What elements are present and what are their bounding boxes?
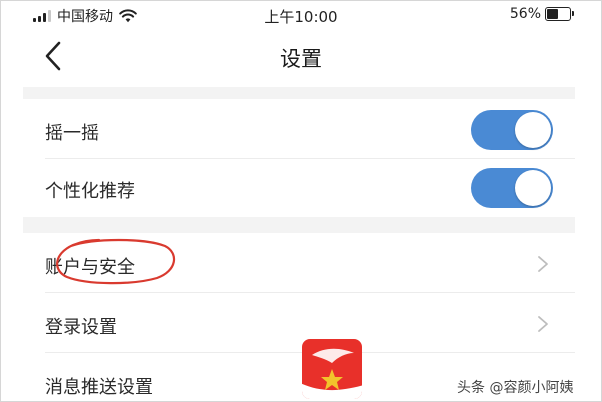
highlight-ellipse-annotation (56, 238, 175, 285)
setting-label: 消息推送设置 (45, 377, 153, 398)
setting-row-personalized-recommend[interactable]: 个性化推荐 (23, 159, 575, 217)
setting-label: 登录设置 (45, 317, 117, 338)
status-right: 56% (509, 6, 574, 22)
battery-icon (545, 7, 574, 21)
toggle-knob (515, 170, 551, 206)
toggle-knob (515, 112, 551, 148)
setting-row-shake[interactable]: 摇一摇 (23, 101, 575, 159)
chevron-right-icon (538, 256, 548, 272)
nav-bar: 设置 (1, 31, 601, 83)
row-divider (45, 292, 575, 293)
page-title: 设置 (280, 47, 322, 71)
toutiao-logo-icon (302, 339, 362, 399)
watermark-text: 头条 @容颜小阿姨 (457, 380, 574, 396)
battery-fill (547, 9, 558, 19)
battery-percent: 56% (509, 6, 541, 22)
setting-label: 个性化推荐 (45, 181, 135, 202)
shake-toggle[interactable] (471, 110, 553, 150)
phone-screen: 中国移动 上午10:00 56% 设置 摇一摇 个性化推荐 账户与安全 登录设置… (0, 0, 602, 402)
status-bar: 中国移动 上午10:00 56% (1, 1, 601, 31)
section-divider (23, 87, 575, 99)
setting-row-login-settings[interactable]: 登录设置 (23, 295, 575, 353)
setting-label: 摇一摇 (45, 123, 99, 144)
section-divider (23, 217, 575, 233)
battery-cap (572, 11, 574, 16)
chevron-right-icon (538, 316, 548, 332)
personalized-recommend-toggle[interactable] (471, 168, 553, 208)
